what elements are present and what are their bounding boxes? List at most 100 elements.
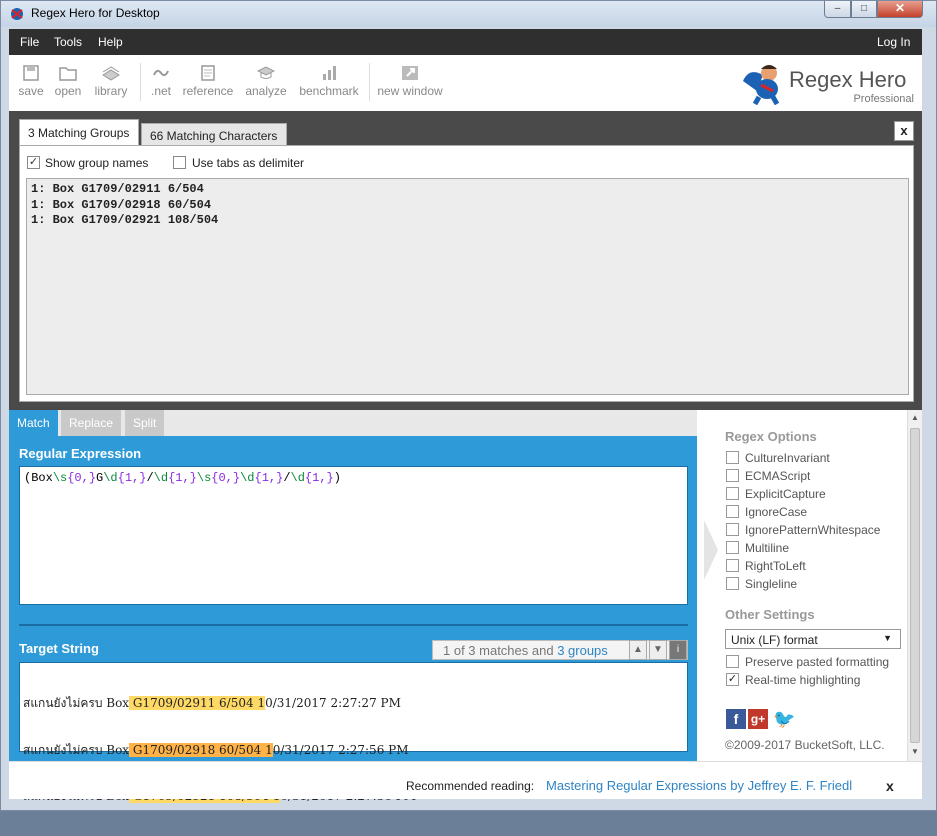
tab-match[interactable]: Match [9,410,58,436]
new-window-icon [402,66,418,80]
toolbar-new-window-label: new window [377,84,443,98]
menu-help[interactable]: Help [98,35,123,49]
scroll-up-icon[interactable]: ▲ [911,413,919,422]
close-results-button[interactable]: x [894,121,914,141]
app-icon [11,8,23,20]
option-checkbox-explicitcapture[interactable] [726,487,739,500]
results-panel: ✓ Show group names Use tabs as delimiter… [19,145,914,402]
editor-section: Match Replace Split Regular Expression (… [9,410,922,803]
option-checkbox-multiline[interactable] [726,541,739,554]
copyright-text: ©2009-2017 BucketSoft, LLC. [725,738,885,752]
option-label: ECMAScript [745,469,811,483]
toolbar-save-button[interactable]: save [18,65,44,98]
window-title: Regex Hero for Desktop [31,6,160,20]
match-panel: Regular Expression (Box\s{0,}G\d{1,}/\d{… [9,436,697,803]
document-icon [201,65,215,81]
option-label: IgnoreCase [745,505,808,519]
option-label: CultureInvariant [745,451,830,465]
regex-token: ) [333,471,341,485]
regex-token: \s [196,471,212,485]
match-highlight-current: G1709/02918 60/504 1 [129,742,273,757]
toolbar-save-label: save [18,84,44,98]
scroll-down-icon[interactable]: ▼ [911,747,919,756]
regex-input[interactable]: (Box\s{0,}G\d{1,}/\d{1,}\s{0,}\d{1,}/\d{… [19,466,688,605]
twitter-icon[interactable]: 🐦 [773,709,795,729]
target-line: สแกนยังไม่ครบ Box G1709/02918 60/504 10/… [23,742,684,759]
hero-mascot-icon [743,65,780,105]
tab-split[interactable]: Split [125,410,165,436]
regex-token: \d [153,471,169,485]
results-output[interactable]: 1: Box G1709/02911 6/504 1: Box G1709/02… [26,178,909,395]
regex-token: {1,} [168,471,197,485]
tab-matching-groups[interactable]: 3 Matching Groups [19,119,139,147]
regex-title: Regular Expression [19,446,142,461]
option-checkbox-singleline[interactable] [726,577,739,590]
target-title: Target String [19,641,99,656]
option-label: ExplicitCapture [745,487,826,501]
target-text: สแกนยังไม่ครบ Box [23,696,130,710]
option-checkbox-ecmascript[interactable] [726,469,739,482]
book-link[interactable]: Mastering Regular Expressions by Jeffrey… [546,778,852,793]
regex-token: / [283,471,291,485]
tab-matching-characters[interactable]: 66 Matching Characters [141,123,287,145]
show-group-names-checkbox[interactable]: ✓ [27,156,40,169]
option-label: IgnorePatternWhitespace [745,523,881,537]
google-plus-icon[interactable]: g+ [748,709,768,729]
toolbar-benchmark-button[interactable]: benchmark [297,65,361,98]
option-label: RightToLeft [745,559,806,573]
option-checkbox-cultureinvariant[interactable] [726,451,739,464]
match-count-text: 1 of 3 matches and [443,643,558,658]
group-count-link[interactable]: 3 groups [557,643,608,658]
realtime-highlighting-checkbox[interactable]: ✓ [726,673,739,686]
regex-token: {1,} [304,471,334,485]
toolbar-open-button[interactable]: open [53,65,83,98]
collapse-arrow-icon[interactable] [704,520,718,580]
maximize-button[interactable]: □ [851,1,877,18]
footer-bar: Recommended reading: Mastering Regular E… [9,761,922,799]
folder-icon [59,67,77,81]
result-line: 1: Box G1709/02911 6/504 [31,182,204,196]
toolbar-dotnet-button[interactable]: .net [149,65,173,98]
menu-tools[interactable]: Tools [54,35,82,49]
option-checkbox-righttoleft[interactable] [726,559,739,572]
realtime-highlighting-label: Real-time highlighting [745,673,861,687]
toolbar-new-window-button[interactable]: new window [375,65,445,98]
regex-token: (Box [24,471,53,485]
vertical-scrollbar[interactable]: ▲ ▼ [907,410,922,761]
target-text: สแกนยังไม่ครบ Box [23,742,130,757]
mode-tabs: Match Replace Split [9,410,697,436]
target-line: สแกนยังไม่ครบ Box G1709/02911 6/504 10/3… [23,696,684,712]
section-divider [19,624,688,626]
toolbar-analyze-label: analyze [245,84,287,98]
close-button[interactable]: ✕ [877,1,923,18]
option-checkbox-ignorepatternwhitespace[interactable] [726,523,739,536]
regex-token: {0,} [67,471,97,485]
option-checkbox-ignorecase[interactable] [726,505,739,518]
prev-match-button[interactable]: ▲ [629,640,647,660]
options-sidebar: Regex Options CultureInvariant ECMAScript… [704,410,909,761]
scroll-thumb[interactable] [910,428,920,743]
menu-file[interactable]: File [20,35,39,49]
regex-token: \d [240,471,255,485]
next-match-button[interactable]: ▼ [649,640,667,660]
toolbar-benchmark-label: benchmark [299,84,359,98]
tab-replace[interactable]: Replace [61,410,122,436]
target-string-input[interactable]: สแกนยังไม่ครบ Box G1709/02911 6/504 10/3… [19,662,688,803]
target-text: 0/31/2017 2:27:27 PM [265,696,401,710]
facebook-icon[interactable]: f [726,709,746,729]
info-button[interactable]: i [669,640,687,660]
toolbar-reference-button[interactable]: reference [181,65,235,98]
line-format-select[interactable]: Unix (LF) format ▼ [725,629,901,649]
option-label: Multiline [745,541,790,555]
toolbar-analyze-button[interactable]: analyze [244,65,288,98]
regex-token: \s [52,471,68,485]
toolbar-library-button[interactable]: library [92,65,130,98]
login-link[interactable]: Log In [877,35,910,49]
bar-chart-icon [323,66,336,80]
toolbar-open-label: open [54,84,82,98]
toolbar-reference-label: reference [182,84,234,98]
close-footer-button[interactable]: x [886,778,894,794]
use-tabs-checkbox[interactable] [173,156,186,169]
preserve-formatting-checkbox[interactable] [726,655,739,668]
minimize-button[interactable]: ‒ [824,1,851,18]
